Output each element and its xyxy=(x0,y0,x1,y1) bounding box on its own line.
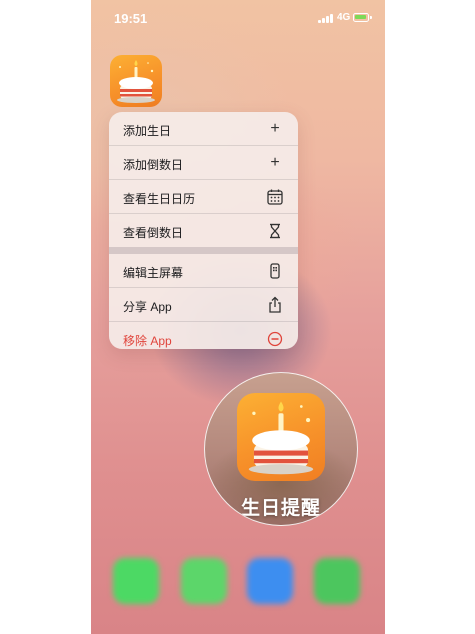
menu-item-label: 查看倒数日 xyxy=(123,226,184,240)
menu-item-label: 分享 App xyxy=(123,300,172,314)
status-time: 19:51 xyxy=(114,11,148,26)
menu-item-view-countdown[interactable]: 查看倒数日 xyxy=(109,213,298,247)
plus-icon: + xyxy=(270,120,280,137)
wechat-icon[interactable] xyxy=(314,558,360,604)
status-bar: 19:51 4G xyxy=(91,0,385,34)
phone-screen-icon xyxy=(266,262,284,280)
signal-strength-icon xyxy=(318,13,334,23)
plus-icon: + xyxy=(270,154,280,171)
menu-item-label: 移除 App xyxy=(123,334,172,348)
birthday-cake-icon[interactable] xyxy=(110,55,162,107)
menu-item-label: 添加生日 xyxy=(123,124,172,138)
menu-item-edit-home-screen[interactable]: 编辑主屏幕 xyxy=(109,254,298,287)
magnifier-callout: 生日提醒 xyxy=(204,372,358,526)
menu-item-label: 添加倒数日 xyxy=(123,158,184,172)
hourglass-icon xyxy=(266,222,284,240)
calendar-icon xyxy=(266,188,284,206)
birthday-cake-icon xyxy=(237,393,325,481)
menu-item-add-countdown[interactable]: 添加倒数日 + xyxy=(109,145,298,179)
messages-icon[interactable] xyxy=(181,558,227,604)
menu-item-label: 编辑主屏幕 xyxy=(123,266,184,280)
network-type: 4G xyxy=(337,12,351,23)
menu-item-label: 查看生日日历 xyxy=(123,192,196,206)
minus-circle-icon xyxy=(266,330,284,348)
phone-icon[interactable] xyxy=(113,558,159,604)
app-name-label: 生日提醒 xyxy=(240,498,321,519)
battery-charging-icon xyxy=(353,13,372,22)
phone-screen: 19:51 4G 添加生日 + 添加倒数日 + 查看生日日历 查看倒数日 编辑主… xyxy=(91,0,385,634)
dock xyxy=(91,540,385,620)
menu-item-add-birthday[interactable]: 添加生日 + xyxy=(109,112,298,145)
menu-item-share-app[interactable]: 分享 App xyxy=(109,287,298,321)
safari-icon[interactable] xyxy=(247,558,293,604)
menu-item-remove-app[interactable]: 移除 App xyxy=(109,321,298,349)
share-icon xyxy=(266,296,284,314)
menu-item-view-birthday-calendar[interactable]: 查看生日日历 xyxy=(109,179,298,213)
menu-section-divider xyxy=(109,247,298,254)
context-menu: 添加生日 + 添加倒数日 + 查看生日日历 查看倒数日 编辑主屏幕 分享 App… xyxy=(109,112,298,349)
